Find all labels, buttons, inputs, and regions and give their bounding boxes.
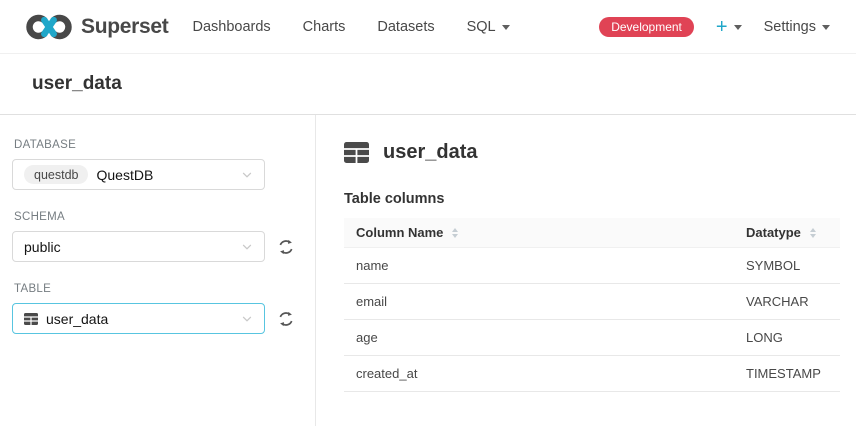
page-header: user_data bbox=[0, 54, 856, 115]
database-field: DATABASE questdb QuestDB bbox=[12, 139, 303, 190]
table-select-value: user_data bbox=[46, 311, 108, 327]
nav-sql-label: SQL bbox=[467, 19, 496, 35]
chevron-down-icon bbox=[241, 313, 253, 325]
nav-datasets[interactable]: Datasets bbox=[361, 19, 450, 35]
chevron-down-icon bbox=[734, 25, 742, 30]
table-heading: user_data bbox=[344, 141, 840, 164]
table-row: email VARCHAR bbox=[344, 284, 840, 320]
column-header-name[interactable]: Column Name bbox=[344, 218, 734, 248]
datatype-cell: VARCHAR bbox=[734, 284, 840, 320]
table-icon bbox=[24, 313, 38, 325]
table-field: TABLE user_data bbox=[12, 283, 303, 334]
column-name-cell: email bbox=[344, 284, 734, 320]
chevron-down-icon bbox=[822, 25, 830, 30]
table-row: name SYMBOL bbox=[344, 248, 840, 284]
table-heading-title: user_data bbox=[383, 141, 478, 164]
sort-icon bbox=[452, 228, 458, 238]
schema-select[interactable]: public bbox=[12, 231, 265, 262]
settings-menu[interactable]: Settings bbox=[764, 19, 830, 35]
datatype-cell: SYMBOL bbox=[734, 248, 840, 284]
page-title: user_data bbox=[32, 73, 122, 95]
dataset-source-panel: DATABASE questdb QuestDB SCHEMA public bbox=[0, 115, 316, 426]
refresh-icon bbox=[277, 238, 295, 256]
plus-icon: + bbox=[716, 17, 728, 37]
column-name-cell: created_at bbox=[344, 356, 734, 392]
top-nav-bar: Superset Dashboards Charts Datasets SQL … bbox=[0, 0, 856, 54]
column-name-cell: name bbox=[344, 248, 734, 284]
table-select[interactable]: user_data bbox=[12, 303, 265, 334]
column-header-datatype[interactable]: Datatype bbox=[734, 218, 840, 248]
datatype-cell: LONG bbox=[734, 320, 840, 356]
refresh-tables-button[interactable] bbox=[276, 309, 296, 329]
database-engine-pill: questdb bbox=[24, 165, 88, 184]
table-preview-panel: user_data Table columns Column Name Data… bbox=[316, 115, 856, 426]
main-nav: Dashboards Charts Datasets SQL bbox=[176, 19, 525, 35]
table-row: created_at TIMESTAMP bbox=[344, 356, 840, 392]
environment-badge: Development bbox=[599, 17, 694, 37]
table-icon bbox=[344, 142, 369, 163]
column-name-cell: age bbox=[344, 320, 734, 356]
chevron-down-icon bbox=[502, 25, 510, 30]
sort-icon bbox=[810, 228, 816, 238]
schema-select-value: public bbox=[24, 239, 61, 255]
database-label: DATABASE bbox=[14, 139, 303, 151]
table-columns-section-title: Table columns bbox=[344, 191, 840, 207]
table-label: TABLE bbox=[14, 283, 303, 295]
brand-name: Superset bbox=[81, 15, 168, 39]
table-row: age LONG bbox=[344, 320, 840, 356]
new-item-button[interactable]: + bbox=[716, 17, 742, 37]
topbar-right: Development + Settings bbox=[599, 17, 830, 37]
chevron-down-icon bbox=[241, 241, 253, 253]
settings-label: Settings bbox=[764, 19, 816, 35]
schema-field: SCHEMA public bbox=[12, 211, 303, 262]
nav-sql[interactable]: SQL bbox=[451, 19, 526, 35]
refresh-icon bbox=[277, 310, 295, 328]
superset-logo-icon bbox=[26, 13, 72, 41]
schema-label: SCHEMA bbox=[14, 211, 303, 223]
database-select-value: QuestDB bbox=[96, 167, 153, 183]
nav-dashboards[interactable]: Dashboards bbox=[176, 19, 286, 35]
chevron-down-icon bbox=[241, 169, 253, 181]
datatype-cell: TIMESTAMP bbox=[734, 356, 840, 392]
database-select[interactable]: questdb QuestDB bbox=[12, 159, 265, 190]
table-header-row: Column Name Datatype bbox=[344, 218, 840, 248]
columns-table: Column Name Datatype name SYMBOL bbox=[344, 218, 840, 392]
nav-charts[interactable]: Charts bbox=[287, 19, 362, 35]
refresh-schemas-button[interactable] bbox=[276, 237, 296, 257]
superset-logo[interactable]: Superset bbox=[26, 13, 168, 41]
